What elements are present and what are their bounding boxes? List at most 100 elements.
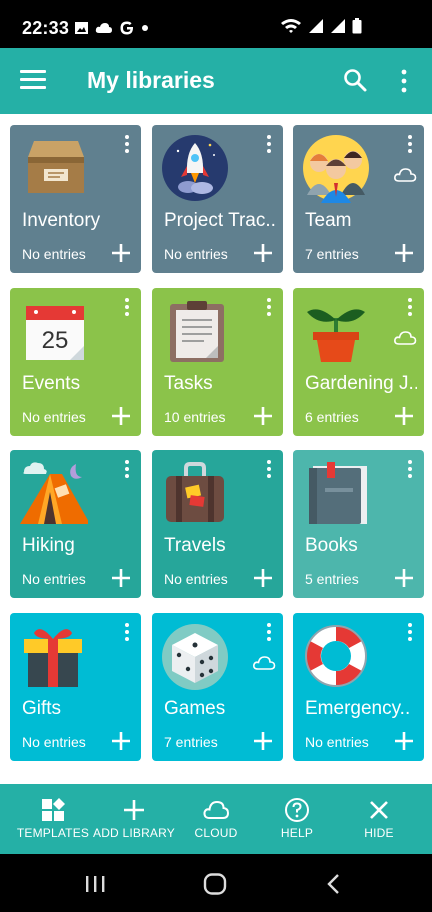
box-icon (28, 141, 84, 193)
tile-more-icon[interactable] (406, 460, 414, 482)
entry-count: No entries (22, 409, 86, 425)
entry-count: No entries (22, 734, 86, 750)
overflow-menu-icon[interactable] (398, 68, 410, 94)
tile-more-icon[interactable] (123, 460, 131, 482)
team-icon (303, 135, 369, 203)
library-name: Travels (164, 535, 226, 556)
templates-icon (42, 798, 65, 821)
tile-more-icon[interactable] (265, 460, 273, 482)
add-entry-icon[interactable] (394, 406, 414, 426)
add-entry-icon[interactable] (394, 568, 414, 588)
add-entry-icon[interactable] (253, 243, 273, 263)
tile-more-icon[interactable] (406, 298, 414, 320)
image-notification-icon (75, 22, 88, 34)
tile-more-icon[interactable] (406, 135, 414, 157)
entry-count: No entries (305, 734, 369, 750)
add-entry-icon[interactable] (253, 406, 273, 426)
bottom-action-bar: TEMPLATES ADD LIBRARY CLOUD HELP HIDE (0, 784, 432, 854)
entry-count: No entries (22, 571, 86, 587)
entry-count: 5 entries (305, 571, 359, 587)
add-library-button[interactable]: ADD LIBRARY (91, 784, 177, 854)
help-button[interactable]: HELP (254, 784, 340, 854)
close-icon (370, 801, 388, 819)
menu-icon[interactable] (20, 70, 46, 92)
tile-more-icon[interactable] (123, 623, 131, 645)
library-name: Books (305, 535, 358, 556)
entry-count: 6 entries (305, 409, 359, 425)
library-grid: Inventory No entries Project Trac.. No e… (0, 114, 432, 784)
tile-more-icon[interactable] (123, 135, 131, 157)
calendar-icon: 25 (26, 306, 84, 360)
tent-icon (20, 462, 88, 524)
library-tile-emergency[interactable]: Emergency.. No entries (293, 613, 424, 761)
clipboard-icon (170, 301, 224, 362)
system-icons (280, 18, 362, 34)
entry-count: No entries (22, 246, 86, 262)
battery-icon (352, 18, 362, 34)
notification-icons (74, 20, 149, 36)
app-bar: My libraries (0, 48, 432, 114)
entry-count: No entries (164, 246, 228, 262)
signal-icon (309, 19, 323, 33)
library-name: Inventory (22, 210, 101, 231)
library-name: Events (22, 373, 81, 394)
system-navigation-bar (0, 854, 432, 912)
add-entry-icon[interactable] (111, 568, 131, 588)
recent-apps-icon[interactable] (84, 874, 106, 894)
tile-more-icon[interactable] (123, 298, 131, 320)
templates-button[interactable]: TEMPLATES (10, 784, 96, 854)
home-icon[interactable] (203, 873, 227, 895)
cloud-button[interactable]: CLOUD (173, 784, 259, 854)
add-entry-icon[interactable] (394, 243, 414, 263)
add-entry-icon[interactable] (253, 731, 273, 751)
add-entry-icon[interactable] (394, 731, 414, 751)
library-name: Emergency.. (305, 698, 411, 719)
gift-icon (24, 629, 82, 687)
tile-more-icon[interactable] (265, 623, 273, 645)
plant-icon (307, 309, 365, 362)
library-tile-hiking[interactable]: Hiking No entries (10, 450, 141, 598)
rocket-icon (162, 135, 228, 201)
hide-button[interactable]: HIDE (336, 784, 422, 854)
library-tile-events[interactable]: 25 Events No entries (10, 288, 141, 436)
signal-icon-2 (331, 19, 345, 33)
library-tile-team[interactable]: Team 7 entries (293, 125, 424, 273)
cloud-sync-icon (253, 656, 276, 670)
library-name: Hiking (22, 535, 75, 556)
plus-icon (124, 800, 144, 820)
entry-count: 10 entries (164, 409, 226, 425)
tile-more-icon[interactable] (406, 623, 414, 645)
entry-count: 7 entries (164, 734, 218, 750)
wifi-icon (281, 19, 301, 33)
svg-text:25: 25 (42, 327, 69, 354)
status-bar: 22:33 (0, 0, 432, 48)
library-name: Games (164, 698, 226, 719)
library-name: Gardening J.. (305, 373, 417, 394)
cloud-sync-icon (394, 168, 417, 182)
library-tile-books[interactable]: Books 5 entries (293, 450, 424, 598)
library-tile-project-tracker[interactable]: Project Trac.. No entries (152, 125, 283, 273)
library-name: Tasks (164, 373, 213, 394)
hide-label: HIDE (364, 826, 394, 840)
library-tile-inventory[interactable]: Inventory No entries (10, 125, 141, 273)
add-entry-icon[interactable] (111, 406, 131, 426)
library-tile-games[interactable]: Games 7 entries (152, 613, 283, 761)
tile-more-icon[interactable] (265, 298, 273, 320)
suitcase-icon (166, 462, 224, 522)
back-icon[interactable] (326, 873, 342, 895)
cloud-sync-icon (394, 331, 417, 345)
book-icon (309, 462, 367, 524)
library-name: Gifts (22, 698, 62, 719)
add-entry-icon[interactable] (111, 731, 131, 751)
add-entry-icon[interactable] (253, 568, 273, 588)
library-name: Team (305, 210, 352, 231)
library-tile-gardening-journal[interactable]: Gardening J.. 6 entries (293, 288, 424, 436)
library-tile-travels[interactable]: Travels No entries (152, 450, 283, 598)
library-tile-tasks[interactable]: Tasks 10 entries (152, 288, 283, 436)
search-icon[interactable] (342, 67, 368, 93)
library-tile-gifts[interactable]: Gifts No entries (10, 613, 141, 761)
add-entry-icon[interactable] (111, 243, 131, 263)
tile-more-icon[interactable] (265, 135, 273, 157)
status-time: 22:33 (22, 18, 70, 38)
cloud-notification-icon (95, 23, 112, 33)
